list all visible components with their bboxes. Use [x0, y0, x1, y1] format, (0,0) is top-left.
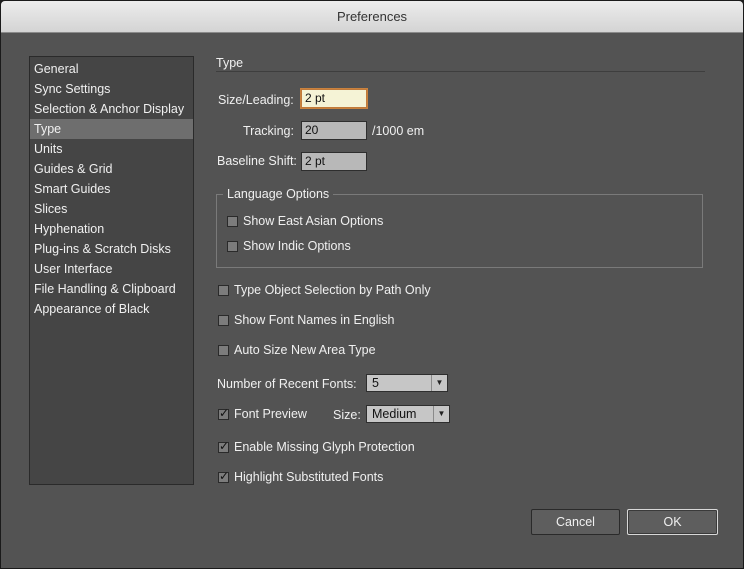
cancel-button[interactable]: Cancel — [531, 509, 620, 535]
section-divider — [216, 71, 705, 72]
type-preferences-panel: Type Size/Leading: 2 pt Tracking: 20 /10… — [216, 56, 706, 496]
font-preview-checkbox[interactable]: Font Preview — [218, 406, 307, 421]
preferences-category-list: General Sync Settings Selection & Anchor… — [29, 56, 194, 485]
sidebar-item-guides-grid[interactable]: Guides & Grid — [30, 159, 193, 179]
indic-options-checkbox[interactable]: Show Indic Options — [227, 239, 351, 253]
tracking-label: Tracking: — [243, 124, 294, 138]
auto-size-area-type-checkbox[interactable]: Auto Size New Area Type — [218, 343, 376, 357]
east-asian-options-label: Show East Asian Options — [243, 214, 384, 228]
path-only-label: Type Object Selection by Path Only — [234, 283, 431, 297]
recent-fonts-value: 5 — [372, 376, 379, 390]
ok-button[interactable]: OK — [627, 509, 718, 535]
size-leading-input[interactable]: 2 pt — [301, 89, 367, 108]
sidebar-item-units[interactable]: Units — [30, 139, 193, 159]
recent-fonts-select[interactable]: 5 ▼ — [366, 374, 448, 392]
missing-glyph-protection-label: Enable Missing Glyph Protection — [234, 440, 415, 454]
sidebar-item-appearance-of-black[interactable]: Appearance of Black — [30, 299, 193, 319]
checkbox-box[interactable] — [218, 284, 229, 296]
sidebar-item-smart-guides[interactable]: Smart Guides — [30, 179, 193, 199]
chevron-down-icon: ▼ — [433, 406, 449, 422]
highlight-substituted-fonts-label: Highlight Substituted Fonts — [234, 470, 384, 484]
language-options-group: Language Options Show East Asian Options… — [216, 187, 703, 268]
preferences-dialog: Preferences General Sync Settings Select… — [0, 0, 744, 569]
sidebar-item-plugins-scratch-disks[interactable]: Plug-ins & Scratch Disks — [30, 239, 193, 259]
sidebar-item-hyphenation[interactable]: Hyphenation — [30, 219, 193, 239]
window-title: Preferences — [1, 1, 743, 33]
language-options-title: Language Options — [223, 187, 334, 201]
preview-size-label: Size: — [333, 408, 361, 422]
english-font-names-checkbox[interactable]: Show Font Names in English — [218, 313, 395, 327]
sidebar-item-type[interactable]: Type — [30, 119, 193, 139]
missing-glyph-protection-checkbox[interactable]: Enable Missing Glyph Protection — [218, 439, 415, 454]
indic-options-label: Show Indic Options — [243, 239, 351, 253]
checkbox-box[interactable] — [218, 469, 229, 483]
highlight-substituted-fonts-checkbox[interactable]: Highlight Substituted Fonts — [218, 469, 384, 484]
sidebar-item-general[interactable]: General — [30, 59, 193, 79]
auto-size-area-type-label: Auto Size New Area Type — [234, 343, 376, 357]
sidebar-item-sync-settings[interactable]: Sync Settings — [30, 79, 193, 99]
sidebar-item-user-interface[interactable]: User Interface — [30, 259, 193, 279]
sidebar-item-slices[interactable]: Slices — [30, 199, 193, 219]
checkbox-box[interactable] — [218, 406, 229, 420]
font-preview-label: Font Preview — [234, 407, 307, 421]
east-asian-options-checkbox[interactable]: Show East Asian Options — [227, 214, 383, 228]
checkbox-box[interactable] — [218, 314, 229, 326]
preview-size-value: Medium — [372, 407, 417, 421]
section-title: Type — [216, 56, 244, 70]
recent-fonts-label: Number of Recent Fonts: — [217, 377, 357, 391]
english-font-names-label: Show Font Names in English — [234, 313, 395, 327]
checkbox-box[interactable] — [227, 240, 238, 252]
size-leading-label: Size/Leading: — [218, 93, 294, 107]
chevron-down-icon: ▼ — [431, 375, 447, 391]
checkbox-box[interactable] — [218, 439, 229, 453]
sidebar-item-file-handling-clipboard[interactable]: File Handling & Clipboard — [30, 279, 193, 299]
preview-size-select[interactable]: Medium ▼ — [366, 405, 450, 423]
path-only-checkbox[interactable]: Type Object Selection by Path Only — [218, 283, 431, 297]
baseline-shift-label: Baseline Shift: — [217, 154, 297, 168]
sidebar-item-selection-anchor-display[interactable]: Selection & Anchor Display — [30, 99, 193, 119]
checkbox-box[interactable] — [218, 344, 229, 356]
baseline-shift-input[interactable]: 2 pt — [301, 152, 367, 171]
checkbox-box[interactable] — [227, 215, 238, 227]
tracking-unit: /1000 em — [372, 124, 425, 138]
tracking-input[interactable]: 20 — [301, 121, 367, 140]
